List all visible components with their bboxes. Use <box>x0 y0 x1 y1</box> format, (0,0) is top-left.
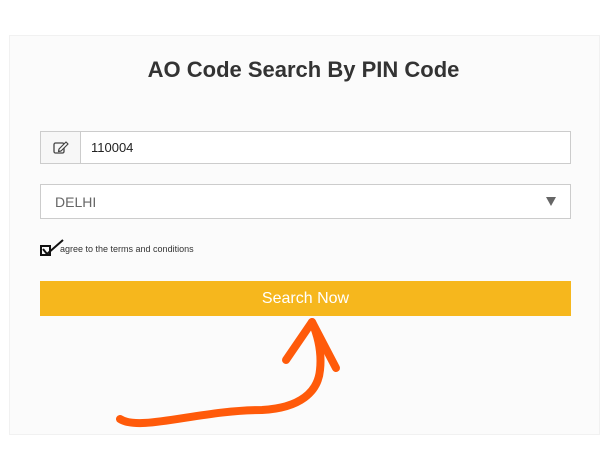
state-select[interactable]: DELHI <box>40 184 571 219</box>
dropdown-arrow-icon <box>546 197 556 206</box>
pin-code-field <box>40 131 571 164</box>
state-selected-value: DELHI <box>55 193 97 210</box>
page-title: AO Code Search By PIN Code <box>147 57 460 82</box>
terms-row: agree to the terms and conditions <box>40 238 194 258</box>
form-panel <box>9 35 600 435</box>
terms-checkbox[interactable] <box>40 238 64 256</box>
edit-icon <box>41 132 81 163</box>
pin-code-input[interactable] <box>81 132 570 163</box>
search-now-button[interactable]: Search Now <box>40 281 571 316</box>
checkmark-icon <box>42 238 64 255</box>
terms-label: agree to the terms and conditions <box>60 244 194 254</box>
